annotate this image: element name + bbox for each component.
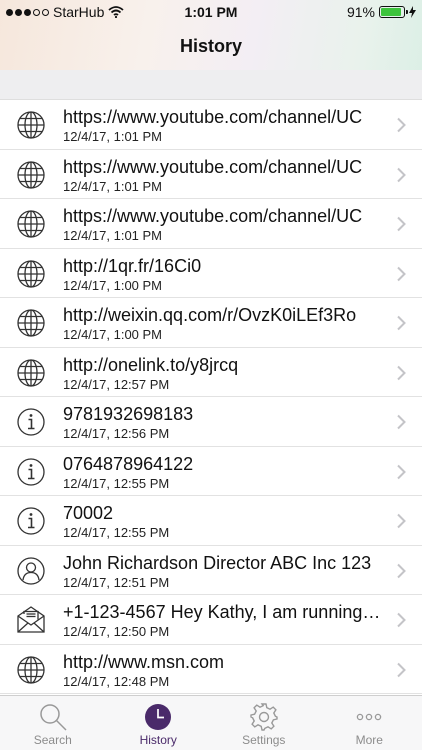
history-row[interactable]: 0764878964122 12/4/17, 12:55 PM (0, 447, 422, 496)
sms-icon (15, 604, 47, 636)
chevron-right-icon (396, 513, 406, 529)
history-item-time: 12/4/17, 12:56 PM (63, 426, 170, 441)
history-item-title: http://onelink.to/y8jrcq (63, 354, 239, 375)
history-item-title: 9781932698183 (63, 404, 194, 424)
history-item-title: http://weixin.qq.com/r/OvzK0iLEf3Ro (63, 305, 357, 325)
contact-icon (15, 555, 47, 587)
history-row[interactable]: http://1qr.fr/16Ci0 12/4/17, 1:00 PM (0, 249, 422, 298)
chevron-right-icon (396, 365, 406, 381)
globe-icon (15, 208, 47, 240)
chevron-right-icon (396, 414, 406, 430)
status-bar: StarHub 1:01 PM 91% (0, 0, 422, 24)
charging-icon (409, 6, 416, 18)
globe-icon (15, 159, 47, 191)
history-item-title: +1-123-4567 Hey Kathy, I am running late (63, 602, 383, 622)
history-item-time: 12/4/17, 1:01 PM (63, 178, 163, 194)
gear-icon (249, 702, 279, 732)
history-item-title: 0764878964122 (63, 453, 194, 474)
history-item-title: https://www.youtube.com/channel/UC (63, 156, 363, 177)
tab-history[interactable]: History (106, 696, 212, 750)
info-icon (15, 505, 47, 537)
history-item-title: http://www.msn.com (63, 651, 225, 672)
history-row[interactable]: +1-123-4567 Hey Kathy, I am running late… (0, 595, 422, 645)
tab-settings[interactable]: Settings (211, 696, 317, 750)
tab-label: More (355, 733, 383, 747)
more-icon (354, 702, 384, 732)
history-row[interactable]: John Richardson Director ABC Inc 123 12/4… (0, 546, 422, 595)
history-row[interactable]: https://www.youtube.com/channel/UC 12/4/1… (0, 199, 422, 249)
history-item-time: 12/4/17, 1:00 PM (63, 327, 163, 342)
chevron-right-icon (396, 167, 406, 183)
page-title: History (179, 36, 242, 56)
history-item-time: 12/4/17, 1:01 PM (63, 129, 163, 144)
history-item-title: 70002 (63, 503, 114, 523)
header-bar: StarHub 1:01 PM 91% History (0, 0, 422, 70)
history-row[interactable]: 70002 12/4/17, 12:55 PM (0, 496, 422, 546)
history-row[interactable]: 9781932698183 12/4/17, 12:56 PM (0, 397, 422, 447)
history-item-time: 12/4/17, 1:01 PM (63, 228, 163, 243)
globe-icon (15, 307, 47, 339)
history-row[interactable]: http://onelink.to/y8jrcq 12/4/17, 12:57 P… (0, 348, 422, 397)
globe-icon (15, 654, 47, 686)
history-item-title: http://1qr.fr/16Ci0 (63, 255, 202, 276)
chevron-right-icon (396, 563, 406, 579)
chevron-right-icon (396, 464, 406, 480)
chevron-right-icon (396, 216, 406, 232)
history-item-time: 12/4/17, 1:00 PM (63, 277, 163, 293)
tab-label: Settings (242, 733, 286, 747)
history-item-time: 12/4/17, 12:55 PM (63, 475, 170, 491)
history-item-time: 12/4/17, 12:50 PM (63, 624, 170, 639)
tab-label: Search (33, 733, 72, 747)
tab-bar: Search History Settings More (0, 695, 422, 750)
history-row[interactable]: http://www.msn.com 12/4/17, 12:48 PM (0, 645, 422, 694)
tab-label: History (139, 733, 177, 747)
history-item-time: 12/4/17, 12:51 PM (63, 574, 170, 590)
tab-search[interactable]: Search (0, 696, 106, 750)
tab-more[interactable]: More (317, 696, 422, 750)
search-icon (38, 702, 68, 732)
info-icon (15, 406, 47, 438)
chevron-right-icon (396, 612, 406, 628)
globe-icon (15, 258, 47, 290)
battery-percent: 91% (346, 4, 375, 20)
history-row[interactable]: http://weixin.qq.com/r/OvzK0iLEf3Ro 12/4/… (0, 298, 422, 348)
history-row[interactable]: https://www.youtube.com/channel/UC 12/4/1… (0, 150, 422, 199)
chevron-right-icon (396, 266, 406, 282)
history-item-title: John Richardson Director ABC Inc 123 (63, 552, 372, 573)
chevron-right-icon (396, 662, 406, 678)
chevron-right-icon (396, 117, 406, 133)
clock-icon (143, 702, 173, 732)
history-item-time: 12/4/17, 12:55 PM (63, 525, 170, 540)
history-row[interactable]: https://www.youtube.com/channel/UC 12/4/1… (0, 100, 422, 150)
battery-icon (379, 6, 408, 18)
info-icon (15, 456, 47, 488)
globe-icon (15, 109, 47, 141)
history-item-title: https://www.youtube.com/channel/UC (63, 206, 363, 226)
history-item-time: 12/4/17, 12:57 PM (63, 376, 170, 392)
chevron-right-icon (396, 315, 406, 331)
history-item-title: https://www.youtube.com/channel/UC (63, 107, 363, 127)
history-list[interactable]: https://www.youtube.com/channel/UC 12/4/1… (0, 100, 422, 695)
section-separator (0, 70, 422, 100)
history-item-time: 12/4/17, 12:48 PM (63, 673, 170, 689)
globe-icon (15, 357, 47, 389)
